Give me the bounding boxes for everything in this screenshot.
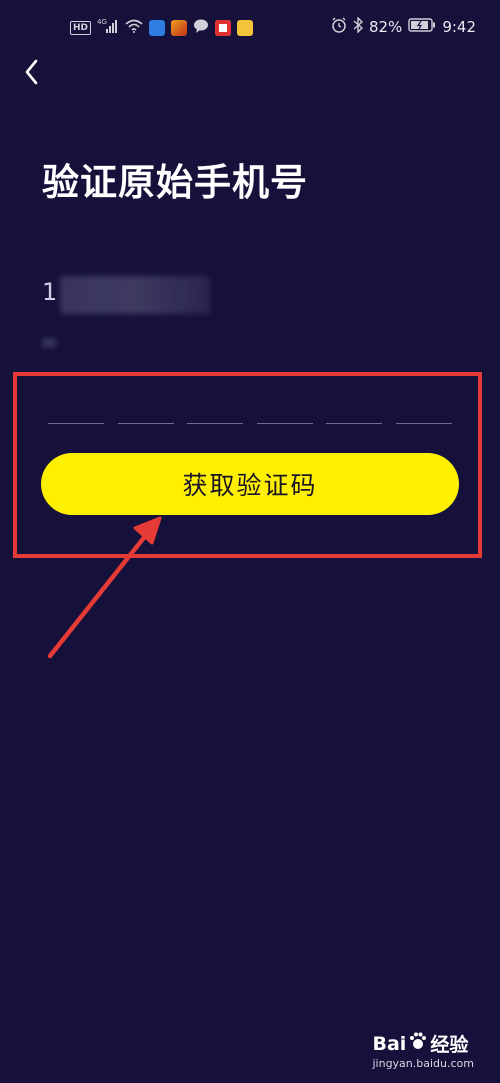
network-label: 4G [97, 18, 107, 26]
status-left: HD 4G [70, 18, 254, 38]
shield-app-icon [149, 20, 166, 36]
game-app-icon [171, 20, 188, 36]
browser-app-icon [215, 20, 232, 36]
page-title: 验证原始手机号 [42, 161, 308, 204]
chat-bubble-icon [193, 18, 209, 38]
watermark-brand-suffix: 经验 [430, 1034, 469, 1056]
phone-number: 1 [42, 278, 59, 306]
status-bar: HD 4G 82% 9:42 [0, 0, 500, 56]
wifi-icon [125, 19, 143, 37]
watermark-url: jingyan.baidu.com [372, 1057, 474, 1070]
baidu-jingyan-watermark: Bai 经验 jingyan.baidu.com [372, 1030, 474, 1070]
watermark-logo: Bai 经验 [372, 1030, 474, 1057]
emoji-app-icon [237, 20, 254, 36]
status-right: 82% 9:42 [331, 16, 476, 37]
signal-icon: 4G [97, 18, 119, 38]
hd-icon: HD [70, 21, 92, 35]
phone-number-prefix: 1 [42, 278, 60, 306]
phone-number-mask [60, 276, 210, 314]
annotation-highlight-box [13, 372, 482, 558]
bluetooth-icon [353, 16, 363, 37]
back-button[interactable] [14, 52, 54, 92]
battery-icon [408, 18, 436, 36]
status-time: 9:42 [442, 18, 476, 36]
chevron-left-icon [25, 59, 38, 85]
hint-mask [42, 338, 56, 348]
alarm-icon [331, 17, 347, 37]
battery-percent: 82% [368, 18, 403, 36]
watermark-brand: Bai [372, 1032, 407, 1055]
verify-phone-screen: HD 4G 82% 9:42 验证原始手机号 1 获取验证码 Bai 经验 ji… [0, 0, 500, 1083]
paw-icon [408, 1031, 428, 1056]
